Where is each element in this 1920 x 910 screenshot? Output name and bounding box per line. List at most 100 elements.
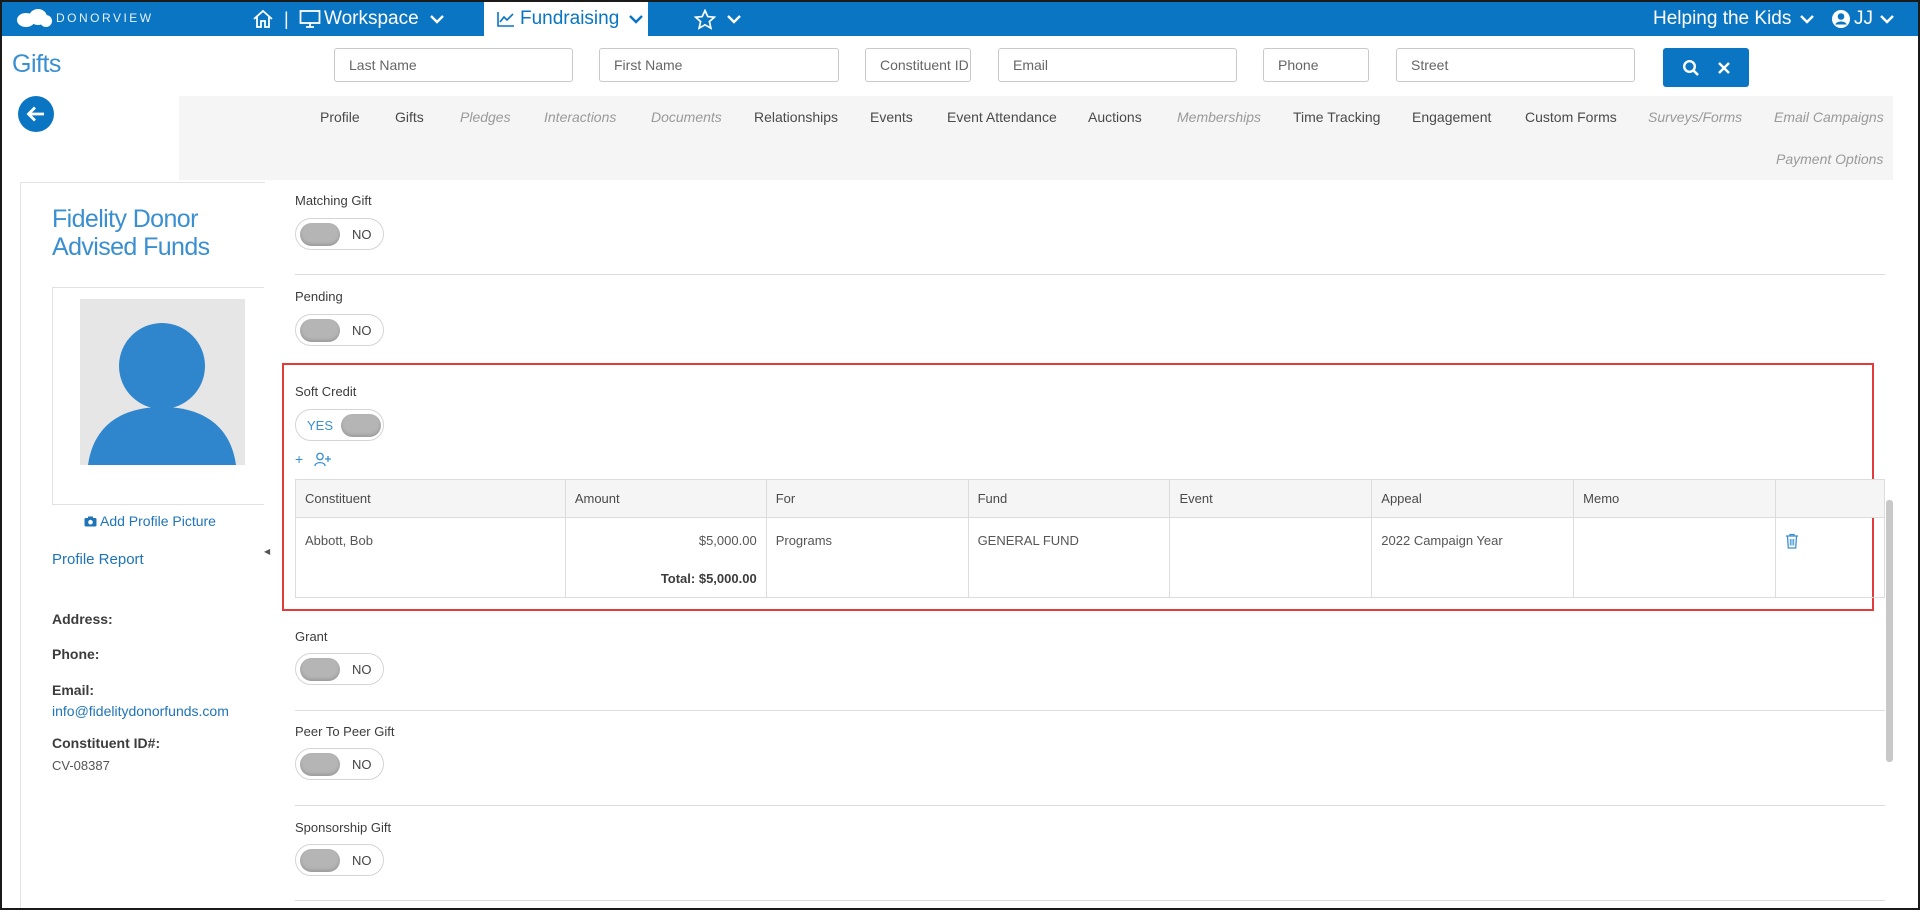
trash-icon[interactable] bbox=[1785, 533, 1799, 549]
toggle-state: YES bbox=[307, 418, 334, 433]
column-header-fund[interactable]: Fund bbox=[967, 479, 1171, 518]
cell-actions bbox=[1775, 517, 1885, 598]
cell-amount: $5,000.00 Total: $5,000.00 bbox=[564, 517, 767, 598]
donorview-logo[interactable]: DONORVIEW bbox=[16, 8, 154, 28]
tab-auctions[interactable]: Auctions bbox=[1088, 109, 1142, 125]
organization-label: Helping the Kids bbox=[1653, 8, 1792, 29]
toggle-state: NO bbox=[352, 757, 372, 772]
email-search-input[interactable] bbox=[998, 48, 1237, 82]
cell-memo bbox=[1573, 517, 1776, 598]
tab-relationships[interactable]: Relationships bbox=[754, 109, 838, 125]
tab-engagement[interactable]: Engagement bbox=[1412, 109, 1491, 125]
toggle-knob bbox=[300, 849, 340, 872]
user-silhouette-icon bbox=[88, 323, 236, 465]
arrow-left-icon bbox=[26, 106, 44, 122]
chevron-down-icon bbox=[429, 15, 444, 24]
organization-menu[interactable]: Helping the Kids bbox=[1653, 2, 1815, 36]
tab-events[interactable]: Events bbox=[870, 109, 913, 125]
tab-pledges[interactable]: Pledges bbox=[460, 109, 511, 125]
divider bbox=[295, 900, 1885, 901]
soft-credit-actions: + bbox=[295, 451, 332, 467]
first-name-search-input[interactable] bbox=[599, 48, 839, 82]
peer-to-peer-gift-label: Peer To Peer Gift bbox=[295, 724, 395, 739]
profile-tabs: Profile Gifts Pledges Interactions Docum… bbox=[179, 96, 1893, 180]
tab-payment-options[interactable]: Payment Options bbox=[1776, 151, 1883, 167]
page-title: Gifts bbox=[12, 50, 61, 78]
tab-interactions[interactable]: Interactions bbox=[544, 109, 616, 125]
user-circle-icon bbox=[1832, 10, 1850, 28]
monitor-icon bbox=[299, 10, 321, 28]
search-button-group bbox=[1663, 48, 1749, 87]
pending-label: Pending bbox=[295, 289, 343, 304]
top-navigation-bar: DONORVIEW | Workspace Fundraising Helpin… bbox=[2, 2, 1918, 36]
cell-fund: GENERAL FUND bbox=[967, 517, 1171, 598]
column-header-for[interactable]: For bbox=[765, 479, 969, 518]
pending-toggle[interactable]: NO bbox=[295, 314, 384, 346]
tab-event-attendance[interactable]: Event Attendance bbox=[947, 109, 1057, 125]
search-icon[interactable] bbox=[1682, 59, 1700, 77]
favorites-menu[interactable] bbox=[694, 2, 742, 36]
table-row[interactable]: Abbott, Bob $5,000.00 Total: $5,000.00 P… bbox=[295, 517, 1885, 598]
home-button[interactable] bbox=[252, 2, 274, 36]
tab-custom-forms[interactable]: Custom Forms bbox=[1525, 109, 1617, 125]
tab-surveys-forms[interactable]: Surveys/Forms bbox=[1648, 109, 1742, 125]
amount-total: Total: $5,000.00 bbox=[660, 571, 757, 586]
toggle-knob bbox=[300, 753, 340, 776]
matching-gift-toggle[interactable]: NO bbox=[295, 218, 384, 250]
fundraising-menu[interactable]: Fundraising bbox=[484, 2, 648, 36]
column-header-appeal[interactable]: Appeal bbox=[1371, 479, 1575, 518]
email-link[interactable]: info@fidelitydonorfunds.com bbox=[52, 703, 229, 719]
logo-text: DONORVIEW bbox=[56, 11, 154, 25]
divider bbox=[295, 805, 1885, 806]
phone-label: Phone: bbox=[52, 646, 100, 662]
tab-time-tracking[interactable]: Time Tracking bbox=[1293, 109, 1380, 125]
toggle-state: NO bbox=[352, 227, 372, 242]
constituent-id-search-input[interactable] bbox=[865, 48, 971, 82]
add-soft-credit-button[interactable]: + bbox=[295, 451, 303, 467]
street-search-input[interactable] bbox=[1396, 48, 1635, 82]
avatar bbox=[80, 299, 245, 465]
phone-search-input[interactable] bbox=[1263, 48, 1369, 82]
constituent-id-value: CV-08387 bbox=[52, 758, 110, 773]
trend-chart-icon bbox=[497, 12, 514, 27]
last-name-search-input[interactable] bbox=[334, 48, 573, 82]
sponsorship-gift-label: Sponsorship Gift bbox=[295, 820, 392, 835]
toggle-knob bbox=[341, 414, 381, 437]
tab-documents[interactable]: Documents bbox=[651, 109, 722, 125]
tab-gifts[interactable]: Gifts bbox=[395, 109, 424, 125]
tab-memberships[interactable]: Memberships bbox=[1177, 109, 1261, 125]
peer-to-peer-gift-toggle[interactable]: NO bbox=[295, 748, 384, 780]
cell-event bbox=[1169, 517, 1373, 598]
column-header-constituent[interactable]: Constituent bbox=[295, 479, 566, 518]
column-header-event[interactable]: Event bbox=[1169, 479, 1373, 518]
profile-report-link[interactable]: Profile Report bbox=[52, 551, 144, 568]
scrollbar[interactable] bbox=[1886, 500, 1893, 762]
soft-credit-table: Constituent Amount For Fund Event Appeal… bbox=[295, 479, 1885, 598]
cell-constituent: Abbott, Bob bbox=[295, 517, 566, 598]
collapse-sidebar-icon[interactable]: ◀ bbox=[264, 547, 270, 556]
back-button[interactable] bbox=[18, 96, 54, 132]
toggle-state: NO bbox=[352, 662, 372, 677]
star-icon bbox=[694, 8, 716, 30]
cell-appeal: 2022 Campaign Year bbox=[1371, 517, 1575, 598]
add-profile-picture-label: Add Profile Picture bbox=[100, 513, 216, 529]
email-label: Email: bbox=[52, 682, 95, 698]
address-label: Address: bbox=[52, 611, 113, 627]
grant-toggle[interactable]: NO bbox=[295, 653, 384, 685]
sponsorship-gift-toggle[interactable]: NO bbox=[295, 844, 384, 876]
tab-email-campaigns[interactable]: Email Campaigns bbox=[1774, 109, 1884, 125]
user-menu[interactable]: JJ bbox=[1831, 2, 1895, 36]
add-profile-picture-link[interactable]: Add Profile Picture bbox=[84, 513, 216, 529]
column-header-amount[interactable]: Amount bbox=[564, 479, 767, 518]
toggle-knob bbox=[300, 319, 340, 342]
toggle-knob bbox=[300, 223, 340, 246]
workspace-menu[interactable]: Workspace bbox=[299, 2, 445, 36]
matching-gift-label: Matching Gift bbox=[295, 193, 372, 208]
column-header-memo[interactable]: Memo bbox=[1573, 479, 1776, 518]
close-icon[interactable] bbox=[1717, 61, 1731, 75]
tab-profile[interactable]: Profile bbox=[320, 109, 360, 125]
add-user-icon[interactable] bbox=[314, 452, 332, 467]
soft-credit-toggle[interactable]: YES bbox=[295, 409, 384, 441]
chevron-down-icon bbox=[1800, 15, 1815, 24]
column-header-actions bbox=[1775, 479, 1885, 518]
